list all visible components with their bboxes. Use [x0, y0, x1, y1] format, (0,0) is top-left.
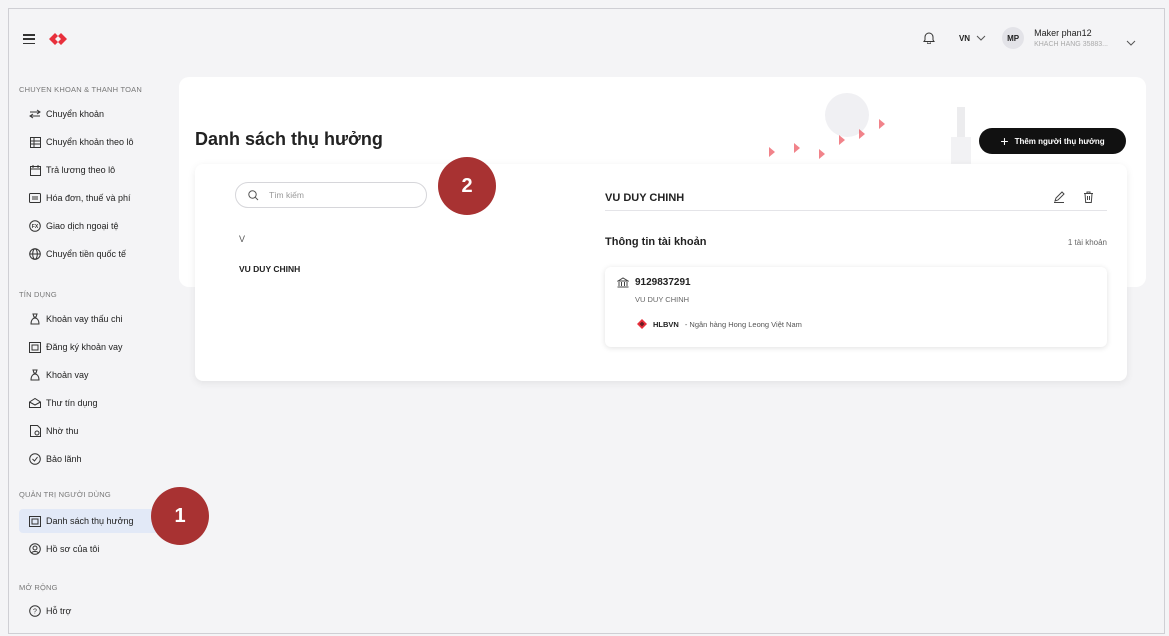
loan-icon: [29, 369, 41, 381]
bill-icon: [29, 192, 41, 204]
sidebar: CHUYEN KHOAN & THANH TOAN Chuyển khoản C…: [9, 9, 179, 633]
globe-icon: [29, 248, 41, 260]
bank-logo-icon: [637, 319, 647, 329]
sidebar-item-label: Chuyển khoản theo lô: [46, 137, 134, 147]
batch-transfer-icon: [29, 136, 41, 148]
chevron-down-icon[interactable]: [1126, 33, 1136, 46]
profile-icon: [29, 543, 41, 555]
beneficiary-panel: V VU DUY CHINH VU DUY CHINH Thông tin tà…: [195, 164, 1127, 381]
delete-icon[interactable]: [1083, 190, 1095, 203]
loan-register-icon: [29, 341, 41, 353]
search-input[interactable]: [269, 190, 409, 200]
logo-row: [23, 31, 69, 47]
bank-info: HLBVN - Ngân hàng Hong Leong Việt Nam: [637, 319, 802, 329]
account-card[interactable]: 9129837291 VU DUY CHINH HLBVN - Ngân hàn…: [605, 267, 1107, 347]
user-subtitle: KHACH HANG 35883...: [1034, 41, 1108, 48]
app-window: CHUYEN KHOAN & THANH TOAN Chuyển khoản C…: [8, 8, 1165, 634]
language-label: VN: [958, 33, 971, 43]
sidebar-item-beneficiaries[interactable]: Danh sách thụ hưởng: [19, 509, 159, 533]
bank-name: - Ngân hàng Hong Leong Việt Nam: [684, 319, 802, 329]
bell-icon[interactable]: [923, 31, 937, 45]
sidebar-item-label: Khoản vay: [46, 370, 89, 380]
section-user-admin: QUẢN TRỊ NGƯỜI DÙNG: [19, 490, 111, 499]
letter-credit-icon: [29, 397, 41, 409]
sidebar-item-label: Danh sách thụ hưởng: [46, 516, 134, 526]
account-count: 1 tài khoản: [1067, 238, 1107, 247]
plus-icon: +: [1000, 133, 1009, 149]
sidebar-item-payroll[interactable]: Trả lương theo lô: [19, 158, 159, 182]
sidebar-item-label: Trả lương theo lô: [46, 165, 116, 175]
sidebar-item-collection[interactable]: Nhờ thu: [19, 419, 159, 443]
chevron-down-icon: [976, 35, 986, 41]
beneficiary-icon: [29, 515, 41, 527]
sidebar-item-help[interactable]: ? Hỗ trợ: [19, 599, 159, 623]
account-owner: VU DUY CHINH: [635, 295, 690, 304]
sidebar-item-label: Chuyển khoản: [46, 109, 105, 119]
sidebar-item-profile[interactable]: Hồ sơ của tôi: [19, 537, 159, 561]
user-info[interactable]: Maker phan12 KHACH HANG 35883...: [1034, 28, 1108, 48]
transfer-icon: [29, 108, 41, 120]
sidebar-item-label: Nhờ thu: [46, 426, 79, 436]
section-transfer: CHUYEN KHOAN & THANH TOAN: [19, 85, 142, 94]
sidebar-item-label: Hóa đơn, thuế và phí: [46, 193, 131, 203]
payroll-icon: [29, 164, 41, 176]
sidebar-item-label: Khoản vay thấu chi: [46, 314, 123, 324]
svg-text:?: ?: [33, 609, 37, 616]
sidebar-item-label: Bảo lãnh: [46, 454, 82, 464]
sidebar-item-intl-transfer[interactable]: Chuyển tiền quốc tế: [19, 242, 159, 266]
section-extend: MỞ RỘNG: [19, 583, 58, 592]
language-selector[interactable]: VN: [959, 34, 986, 43]
top-bar: VN MP Maker phan12 KHACH HANG 35883...: [923, 27, 1136, 49]
sidebar-item-letter-credit[interactable]: Thư tín dụng: [19, 391, 159, 415]
sidebar-item-label: Đăng ký khoản vay: [46, 342, 123, 352]
account-number: 9129837291: [635, 277, 691, 288]
section-credit: TÍN DỤNG: [19, 290, 57, 299]
beneficiary-list-item[interactable]: VU DUY CHINH: [239, 264, 300, 274]
sidebar-item-label: Hồ sơ của tôi: [46, 544, 100, 554]
avatar[interactable]: MP: [1002, 27, 1025, 49]
sidebar-item-bills[interactable]: Hóa đơn, thuế và phí: [19, 186, 159, 210]
overdraft-icon: [29, 313, 41, 325]
sidebar-item-loan-register[interactable]: Đăng ký khoản vay: [19, 335, 159, 359]
fx-icon: FX: [29, 220, 41, 232]
help-icon: ?: [29, 605, 41, 617]
user-name: Maker phan12: [1034, 28, 1092, 38]
bank-icon: [617, 277, 629, 288]
step-marker-1: 1: [151, 487, 209, 545]
beneficiary-name: VU DUY CHINH: [605, 192, 685, 204]
sidebar-item-fx[interactable]: FX Giao dịch ngoại tệ: [19, 214, 159, 238]
step-marker-2: 2: [438, 157, 496, 215]
search-box[interactable]: [235, 182, 427, 208]
collection-icon: [29, 425, 41, 437]
sidebar-item-guarantee[interactable]: Bảo lãnh: [19, 447, 159, 471]
search-icon: [248, 189, 259, 200]
menu-icon[interactable]: [23, 34, 35, 44]
account-info-title: Thông tin tài khoản: [605, 236, 707, 248]
detail-actions: [1053, 190, 1095, 203]
sidebar-item-label: Chuyển tiền quốc tế: [46, 249, 127, 259]
edit-icon[interactable]: [1053, 190, 1065, 203]
svg-text:FX: FX: [32, 224, 39, 230]
sidebar-item-label: Thư tín dụng: [46, 398, 98, 408]
divider: [605, 210, 1107, 211]
sidebar-item-loan[interactable]: Khoản vay: [19, 363, 159, 387]
account-number-row: 9129837291: [617, 277, 691, 288]
sidebar-item-overdraft[interactable]: Khoản vay thấu chi: [19, 307, 159, 331]
add-beneficiary-label: Thêm người thụ hưởng: [1014, 136, 1105, 146]
sidebar-item-batch-transfer[interactable]: Chuyển khoản theo lô: [19, 130, 159, 154]
guarantee-icon: [29, 453, 41, 465]
add-beneficiary-button[interactable]: + Thêm người thụ hưởng: [979, 128, 1126, 154]
sidebar-item-label: Hỗ trợ: [46, 606, 72, 616]
sidebar-item-transfer[interactable]: Chuyển khoản: [19, 102, 159, 126]
group-letter: V: [239, 234, 246, 244]
bank-code: HLBVN: [653, 319, 679, 329]
bank-logo: [47, 31, 69, 47]
sidebar-item-label: Giao dịch ngoại tệ: [46, 221, 119, 231]
page-title: Danh sách thụ hưởng: [195, 129, 383, 149]
